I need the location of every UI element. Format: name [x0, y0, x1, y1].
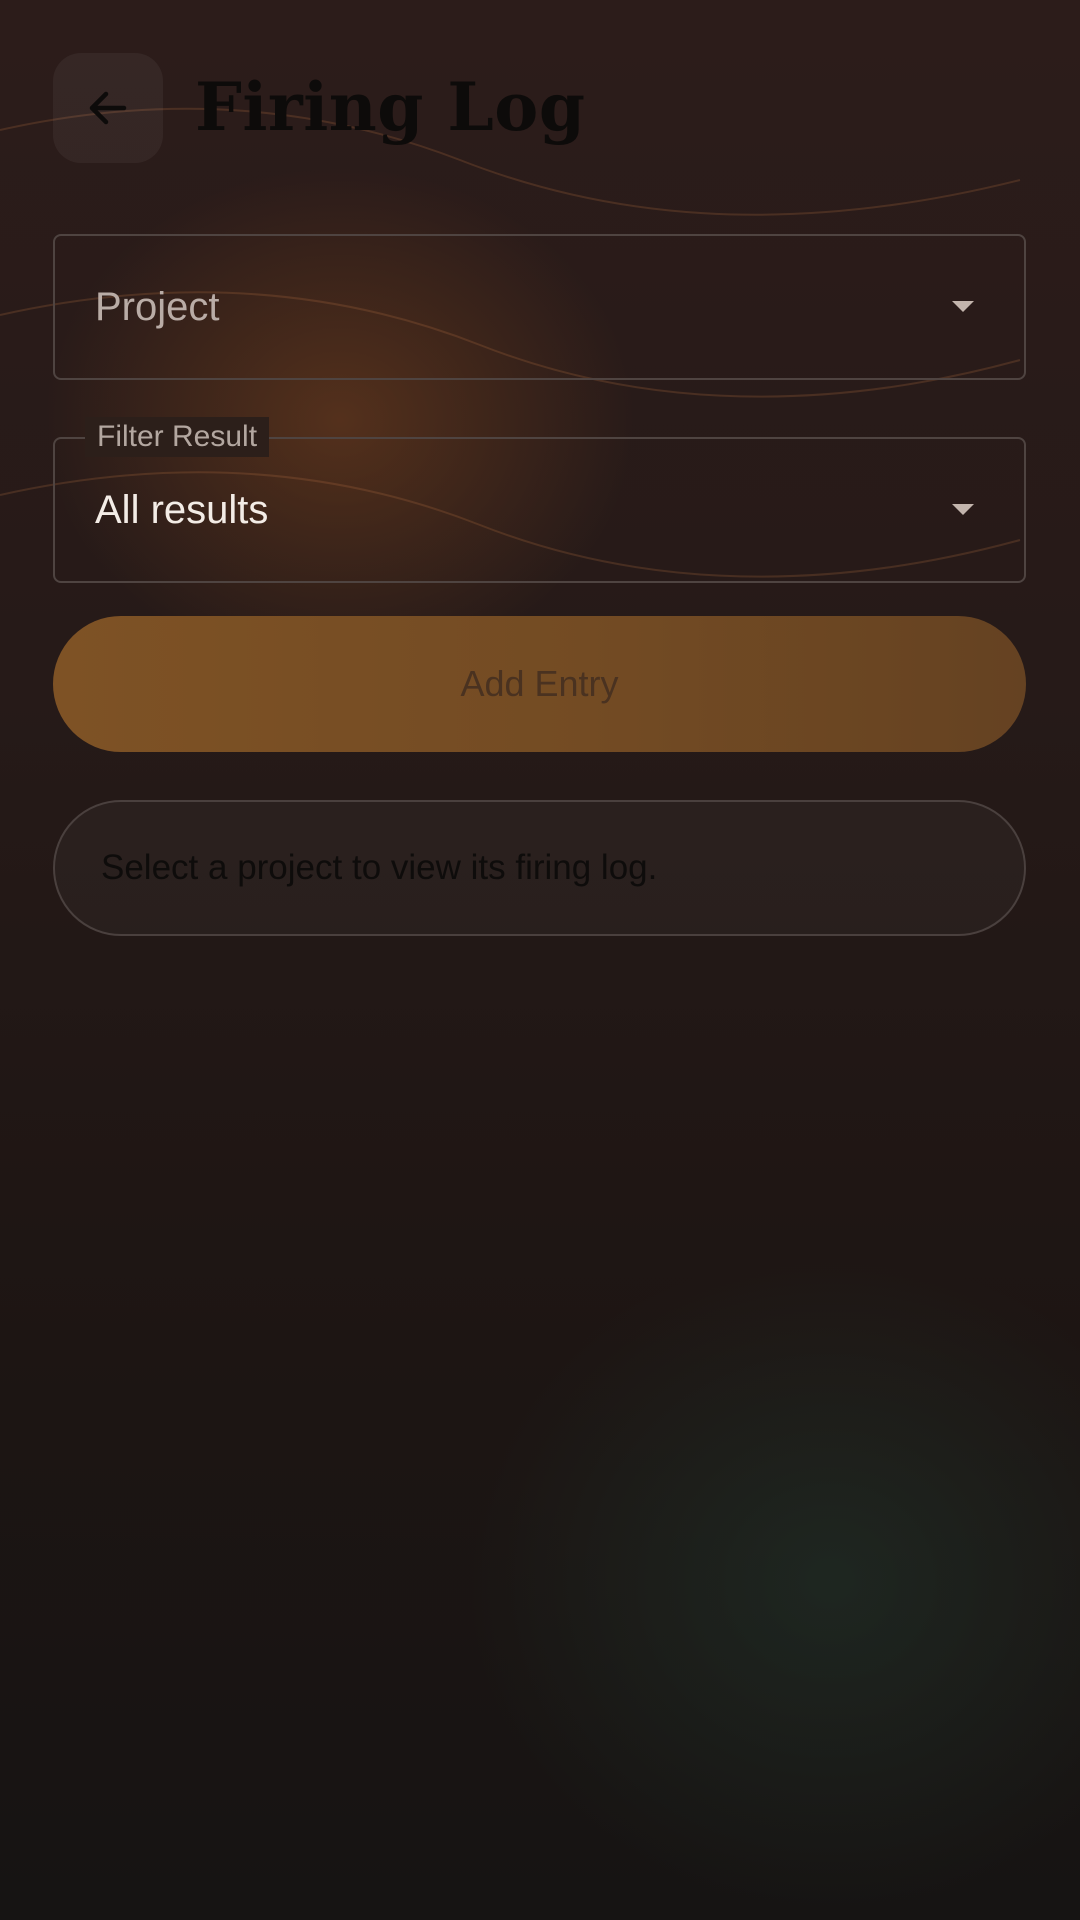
chevron-down-icon	[952, 504, 974, 515]
empty-state-message: Select a project to view its firing log.	[101, 848, 658, 887]
empty-state-card: Select a project to view its firing log.	[53, 800, 1026, 936]
chevron-down-icon	[952, 301, 974, 312]
arrow-left-icon	[89, 91, 127, 125]
add-entry-button[interactable]: Add Entry	[53, 616, 1026, 752]
filter-result-dropdown[interactable]: Filter Result All results	[53, 417, 1026, 583]
filter-result-value: All results	[95, 487, 269, 532]
back-button[interactable]	[53, 53, 163, 163]
project-placeholder: Project	[95, 284, 220, 329]
project-dropdown[interactable]: Project	[53, 234, 1026, 380]
page-title: Firing Log	[195, 68, 586, 146]
